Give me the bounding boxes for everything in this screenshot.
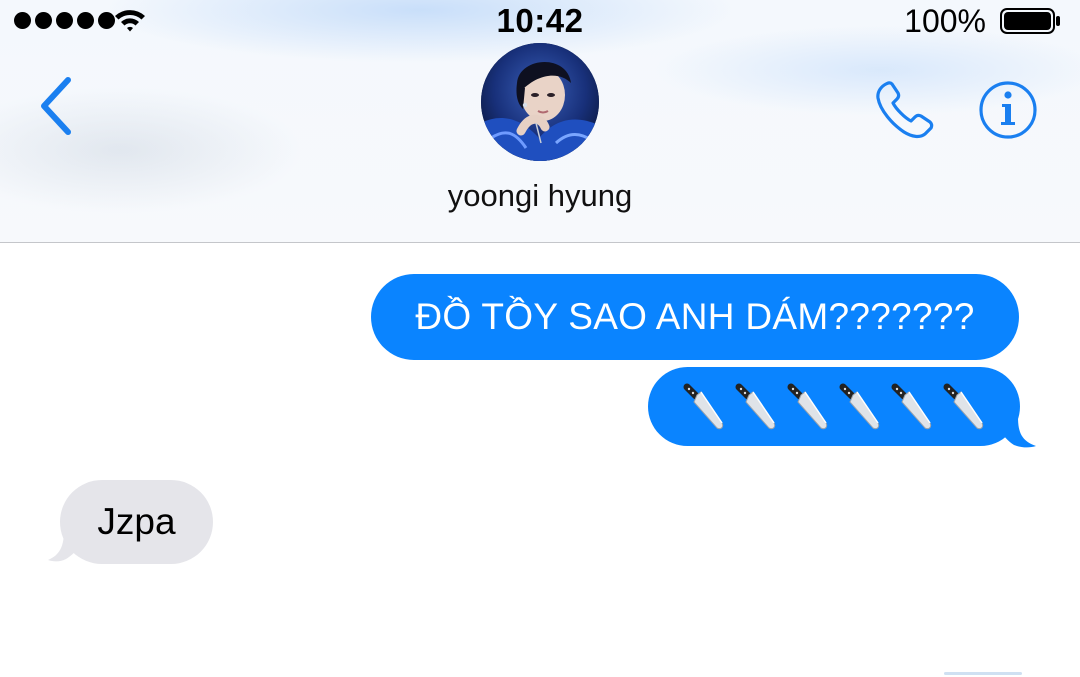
kitchen-knife-icon [735, 383, 776, 429]
status-bar: 10:42 100% [0, 0, 1080, 42]
received-bubble-body: Jzpa [60, 480, 213, 564]
info-button[interactable] [976, 80, 1040, 144]
message-text: Jzpa [97, 501, 176, 542]
messages-screen: 10:42 100% yoongi hyung ĐỒ TỒY SAO ANH D… [0, 0, 1080, 677]
contact-avatar[interactable] [481, 43, 599, 161]
kitchen-knife-icon [943, 383, 984, 429]
info-icon [979, 81, 1037, 139]
sent-message-bubble-knives[interactable] [648, 367, 1038, 449]
battery-percent: 100% [904, 3, 986, 39]
message-text: ĐỒ TỒY SAO ANH DÁM??????? [415, 296, 975, 337]
kitchen-knife-icon [839, 383, 880, 429]
contact-name[interactable]: yoongi hyung [0, 178, 1080, 214]
received-message-bubble[interactable]: Jzpa [46, 480, 216, 566]
conversation-header: 10:42 100% yoongi hyung [0, 0, 1080, 243]
knife-emoji-row [648, 367, 1020, 446]
bottom-edge-fragment [944, 672, 1022, 675]
avatar-photo [481, 43, 599, 161]
phone-icon [876, 81, 934, 139]
kitchen-knife-icon [891, 383, 932, 429]
kitchen-knife-icon [683, 383, 724, 429]
call-button[interactable] [872, 78, 938, 142]
sent-message-bubble[interactable]: ĐỒ TỒY SAO ANH DÁM??????? [371, 274, 1019, 360]
back-button[interactable] [36, 76, 80, 136]
battery-icon [1000, 8, 1060, 34]
kitchen-knife-icon [787, 383, 828, 429]
chevron-left-icon [41, 77, 71, 135]
